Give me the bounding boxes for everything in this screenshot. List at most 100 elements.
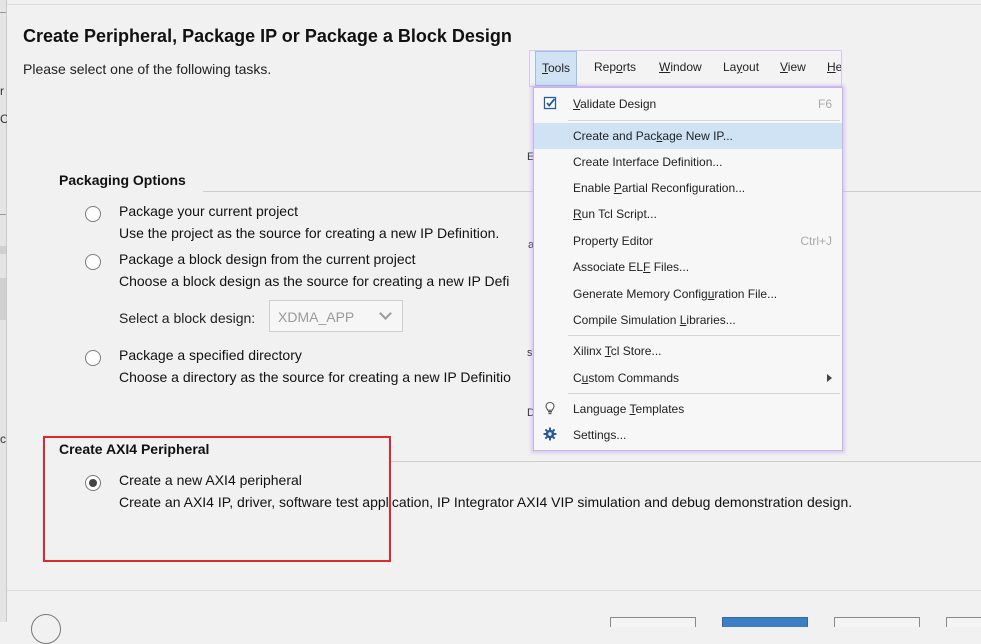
menu-label: La [723, 60, 737, 74]
menu-item-label: Enable Partial Reconfiguration... [573, 181, 745, 195]
block-design-value: XDMA_APP [278, 309, 355, 325]
edge-tick [0, 12, 6, 13]
menu-view[interactable]: View [774, 51, 812, 86]
menu-layout[interactable]: Layout [717, 51, 765, 86]
menu-item-language-templates[interactable]: Language Templates [534, 396, 842, 422]
gear-icon [543, 427, 557, 441]
packaging-options-heading: Packaging Options [59, 172, 186, 188]
cancel-button[interactable] [946, 617, 981, 627]
label-part: Create and Pac [573, 129, 657, 143]
label-part: C [573, 371, 582, 385]
label-part: R [573, 207, 582, 221]
label-part: ration File... [714, 287, 778, 301]
section-divider [391, 461, 981, 462]
menu-item-property-editor[interactable]: Property Editor Ctrl+J [534, 228, 842, 254]
menu-item-shortcut: Ctrl+J [800, 234, 832, 248]
menu-item-label: Validate Design [573, 97, 656, 111]
tools-dropdown-menu: Validate Design F6 Create and Package Ne… [533, 87, 843, 451]
menu-label: iew [787, 60, 806, 74]
help-icon[interactable] [31, 614, 61, 644]
option-description: Choose a block design as the source for … [119, 273, 510, 289]
submenu-arrow-icon [827, 374, 832, 382]
label-part: artial Reconfiguration... [621, 181, 746, 195]
chevron-down-icon [379, 307, 392, 320]
menu-help[interactable]: He [821, 51, 841, 86]
validate-check-icon [543, 96, 557, 110]
menu-tools[interactable]: Tools [535, 51, 578, 86]
label-part: Create Interface Definition... [573, 155, 723, 169]
menu-label: indow [670, 60, 702, 74]
label-part: un Tcl Script... [581, 207, 657, 221]
label-part: Files... [650, 260, 690, 274]
label-part: Associate EL [573, 260, 644, 274]
main-menu-bar: Tools Reports Window Layout View He [529, 50, 842, 87]
option-description: Use the project as the source for creati… [119, 225, 500, 241]
edge-tick [0, 214, 6, 215]
menu-item-create-package-ip[interactable]: Create and Package New IP... [534, 123, 842, 149]
menu-label: o [616, 60, 623, 74]
label-part: Enable [573, 181, 614, 195]
menu-item-run-tcl-script[interactable]: Run Tcl Script... [534, 201, 842, 227]
menu-separator [568, 120, 840, 121]
label-part: Property Editor [573, 234, 654, 248]
menu-separator [568, 393, 840, 394]
menu-item-label: Create and Package New IP... [573, 129, 733, 143]
menu-item-settings[interactable]: Settings... [534, 422, 842, 448]
label-part: Language [573, 402, 630, 416]
divider [7, 590, 981, 591]
label-part: Settings... [573, 428, 627, 442]
label-part: Xilinx [573, 344, 605, 358]
menu-item-label: Associate ELF Files... [573, 260, 689, 274]
package-block-design-radio[interactable] [85, 254, 101, 270]
menu-label: e [835, 60, 841, 74]
label-part: Generate Memory Config [573, 287, 708, 301]
package-directory-radio[interactable] [85, 350, 101, 366]
menu-item-create-interface-definition[interactable]: Create Interface Definition... [534, 149, 842, 175]
menu-item-label: Generate Memory Configuration File... [573, 287, 777, 301]
menu-item-label: Compile Simulation Libraries... [573, 313, 736, 327]
menu-item-label: Custom Commands [573, 371, 679, 385]
label-part: cl Store... [610, 344, 662, 358]
label-part: alidate Design [580, 97, 657, 111]
menu-label: rts [622, 60, 637, 74]
menu-item-validate-design[interactable]: Validate Design F6 [534, 91, 842, 117]
menu-label: out [742, 60, 760, 74]
menu-item-label: Property Editor [573, 234, 653, 248]
back-button[interactable] [610, 617, 696, 627]
label-part: stom Commands [588, 371, 680, 385]
option-title: Package a specified directory [119, 347, 302, 363]
label-part: ibraries... [686, 313, 736, 327]
menu-item-label: Xilinx Tcl Store... [573, 344, 661, 358]
menu-label: W [659, 60, 671, 74]
block-design-label: Select a block design: [119, 310, 256, 326]
background-text-fragment: c [0, 432, 6, 446]
menu-item-associate-elf-files[interactable]: Associate ELF Files... [534, 254, 842, 280]
menu-label: H [827, 60, 836, 74]
finish-button[interactable] [834, 617, 920, 627]
page-subtitle: Please select one of the following tasks… [23, 61, 272, 77]
option-description: Choose a directory as the source for cre… [119, 369, 511, 385]
menu-item-label: Run Tcl Script... [573, 207, 657, 221]
menu-label: ools [548, 61, 571, 75]
menu-item-label: Settings... [573, 428, 626, 442]
page-title: Create Peripheral, Package IP or Package… [23, 26, 512, 46]
menu-item-label: Language Templates [573, 402, 684, 416]
divider [7, 4, 981, 5]
menu-item-enable-partial-reconfiguration[interactable]: Enable Partial Reconfiguration... [534, 175, 842, 201]
option-title: Package a block design from the current … [119, 251, 416, 267]
block-design-select[interactable]: XDMA_APP [269, 300, 403, 332]
menu-item-compile-simulation-libraries[interactable]: Compile Simulation Libraries... [534, 307, 842, 333]
menu-label: Rep [594, 60, 617, 74]
next-button[interactable] [722, 617, 808, 627]
background-text-fragment: r [0, 84, 4, 98]
menu-item-generate-memory-configuration[interactable]: Generate Memory Configuration File... [534, 281, 842, 307]
menu-separator [568, 335, 840, 336]
menu-item-xilinx-tcl-store[interactable]: Xilinx Tcl Store... [534, 338, 842, 364]
menu-item-label: Create Interface Definition... [573, 155, 722, 169]
menu-item-custom-commands[interactable]: Custom Commands [534, 365, 842, 391]
lightbulb-icon [545, 401, 555, 415]
menu-reports[interactable]: Reports [588, 51, 642, 86]
edge-segment [0, 278, 6, 320]
menu-window[interactable]: Window [653, 51, 708, 86]
package-current-project-radio[interactable] [85, 206, 101, 222]
